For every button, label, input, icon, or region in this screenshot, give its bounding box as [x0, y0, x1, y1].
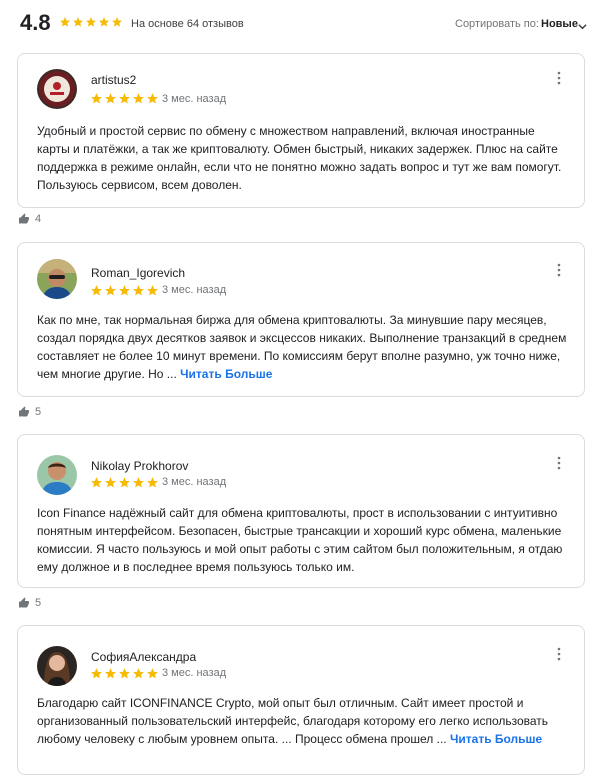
star-icon	[59, 16, 71, 28]
average-rating: 4.8	[20, 10, 51, 35]
star-icon	[132, 667, 145, 680]
chevron-down-icon[interactable]	[578, 18, 587, 30]
read-more-link[interactable]: Читать Больше	[450, 732, 542, 746]
author-name[interactable]: Roman_Igorevich	[91, 266, 185, 280]
review-stars	[90, 667, 159, 680]
read-more-link[interactable]: Читать Больше	[180, 367, 272, 381]
star-icon	[118, 476, 131, 489]
review-card: СофияАлександра 3 мес. назад Благодарю с…	[17, 625, 585, 775]
thumbs-up-icon	[19, 597, 29, 608]
review-body: Удобный и простой сервис по обмену с мно…	[37, 124, 562, 192]
review-body: Как по мне, так нормальная биржа для обм…	[37, 313, 567, 381]
thumbs-up-icon	[19, 213, 29, 224]
author-name[interactable]: artistus2	[91, 73, 136, 87]
review-text: Как по мне, так нормальная биржа для обм…	[37, 311, 568, 383]
review-date: 3 мес. назад	[162, 93, 227, 105]
star-icon	[146, 284, 159, 297]
star-icon	[85, 16, 97, 28]
star-icon	[104, 284, 117, 297]
review-date: 3 мес. назад	[162, 667, 227, 679]
star-icon	[132, 284, 145, 297]
star-icon	[104, 667, 117, 680]
review-card: artistus2 3 мес. назад Удобный и простой…	[17, 53, 585, 208]
author-name[interactable]: СофияАлександра	[91, 650, 196, 664]
star-icon	[72, 16, 84, 28]
star-icon	[104, 476, 117, 489]
review-card: Roman_Igorevich 3 мес. назад Как по мне,…	[17, 242, 585, 397]
more-vertical-icon[interactable]	[556, 456, 562, 470]
star-icon	[132, 92, 145, 105]
review-count: На основе 64 отзывов	[131, 18, 244, 30]
review-text: Благодарю сайт ICONFINANCE Crypto, мой о…	[37, 694, 568, 748]
star-icon	[90, 284, 103, 297]
like-count: 4	[35, 213, 42, 225]
star-icon	[146, 476, 159, 489]
review-card: Nikolay Prokhorov 3 мес. назад Icon Fina…	[17, 434, 585, 588]
like-button[interactable]: 5	[18, 597, 41, 609]
review-date: 3 мес. назад	[162, 476, 227, 488]
star-icon	[118, 92, 131, 105]
star-icon	[90, 667, 103, 680]
thumbs-up-icon	[19, 406, 29, 417]
review-stars	[90, 284, 159, 297]
like-count: 5	[35, 406, 42, 418]
sort-select[interactable]: Новые	[541, 18, 578, 30]
star-icon	[90, 92, 103, 105]
more-vertical-icon[interactable]	[556, 647, 562, 661]
author-name[interactable]: Nikolay Prokhorov	[91, 459, 188, 473]
review-date: 3 мес. назад	[162, 284, 227, 296]
star-icon	[111, 16, 123, 28]
more-vertical-icon[interactable]	[556, 71, 562, 85]
like-button[interactable]: 4	[18, 213, 41, 225]
like-button[interactable]: 5	[18, 406, 41, 418]
like-count: 5	[35, 597, 42, 609]
star-icon	[90, 476, 103, 489]
star-icon	[98, 16, 110, 28]
sort-label: Сортировать по:	[455, 18, 539, 30]
star-icon	[118, 667, 131, 680]
star-icon	[146, 667, 159, 680]
reviews-header: 4.8 На основе 64 отзывов Сортировать по:…	[0, 0, 601, 50]
average-rating-stars	[59, 16, 123, 28]
star-icon	[132, 476, 145, 489]
avatar[interactable]	[37, 646, 77, 686]
star-icon	[146, 92, 159, 105]
star-icon	[118, 284, 131, 297]
avatar[interactable]	[37, 69, 77, 109]
review-stars	[90, 476, 159, 489]
avatar[interactable]	[37, 259, 77, 299]
review-text: Удобный и простой сервис по обмену с мно…	[37, 122, 568, 194]
more-vertical-icon[interactable]	[556, 263, 562, 277]
star-icon	[104, 92, 117, 105]
review-body: Icon Finance надёжный сайт для обмена кр…	[37, 506, 563, 574]
review-stars	[90, 92, 159, 105]
avatar[interactable]	[37, 455, 77, 495]
review-text: Icon Finance надёжный сайт для обмена кр…	[37, 504, 568, 576]
